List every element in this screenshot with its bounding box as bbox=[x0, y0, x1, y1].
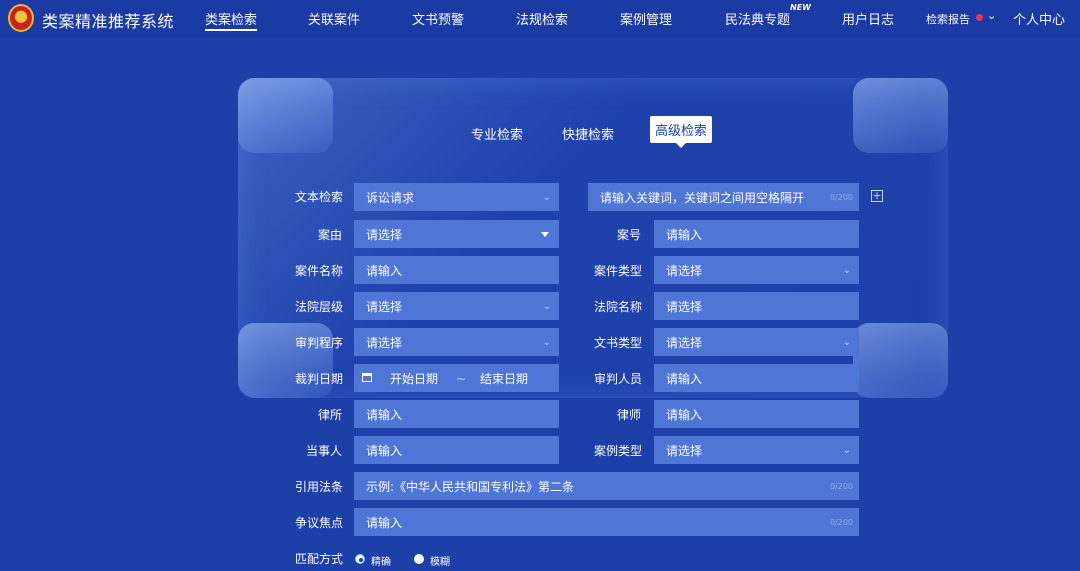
text-search-label: 文本检索 bbox=[295, 190, 344, 204]
date-separator: ~ bbox=[456, 372, 467, 386]
document-type-label: 文书类型 bbox=[594, 336, 643, 350]
nav-item-user-log[interactable]: 用户日志 bbox=[842, 9, 894, 28]
court-level-select[interactable]: 请选择 ⌄ bbox=[354, 292, 559, 320]
case-type-select[interactable]: 请选择 ⌄ bbox=[654, 256, 859, 284]
case-name-input[interactable]: 请输入 bbox=[354, 256, 559, 284]
user-center-link[interactable]: 个人中心 bbox=[1013, 9, 1065, 28]
notification-dot bbox=[976, 14, 983, 21]
match-exact-label[interactable]: 精确 bbox=[371, 553, 391, 568]
tab-professional-search[interactable]: 专业检索 bbox=[471, 124, 523, 143]
cited-law-input[interactable]: 示例:《中华人民共和国专利法》第二条 0/200 bbox=[354, 472, 859, 500]
example-type-value: 请选择 bbox=[666, 444, 703, 458]
court-emblem-icon bbox=[8, 4, 34, 32]
nav-item-civil-code-topic[interactable]: 民法典专题 bbox=[725, 9, 790, 28]
case-number-label: 案号 bbox=[617, 228, 642, 242]
caret-down-icon bbox=[541, 232, 549, 237]
court-level-label: 法院层级 bbox=[295, 300, 344, 314]
nav-item-similar-case-search[interactable]: 类案检索 bbox=[205, 9, 258, 31]
nav-item-law-search[interactable]: 法规检索 bbox=[516, 9, 568, 28]
chevron-down-icon: ⌄ bbox=[542, 192, 551, 203]
dispute-focus-value: 请输入 bbox=[366, 516, 403, 530]
keyword-char-counter: 0/200 bbox=[829, 193, 853, 202]
chevron-down-icon: ⌄ bbox=[842, 265, 851, 276]
match-fuzzy-radio[interactable] bbox=[414, 554, 424, 564]
court-name-select[interactable]: 请选择 bbox=[654, 292, 859, 320]
trial-procedure-value: 请选择 bbox=[366, 336, 403, 350]
keyword-input[interactable]: 请输入关键词，关键词之间用空格隔开 0/200 bbox=[588, 183, 859, 211]
lawyer-input[interactable]: 请输入 bbox=[654, 400, 859, 428]
decor-corner-bottom-right bbox=[853, 323, 948, 398]
example-type-select[interactable]: 请选择 ⌄ bbox=[654, 436, 859, 464]
judgment-date-range[interactable]: 开始日期 ~ 结束日期 bbox=[354, 364, 559, 392]
match-mode-label: 匹配方式 bbox=[295, 552, 344, 566]
case-name-label: 案件名称 bbox=[295, 264, 344, 278]
top-navigation-bar: 类案精准推荐系统 类案检索 关联案件 文书预警 法规检索 案例管理 民法典专题 … bbox=[0, 0, 1080, 38]
cited-law-placeholder: 示例:《中华人民共和国专利法》第二条 bbox=[366, 480, 575, 494]
lawyer-value: 请输入 bbox=[666, 408, 703, 422]
court-name-label: 法院名称 bbox=[594, 300, 643, 314]
search-mode-tabs: 专业检索 快捷检索 高级检索 bbox=[0, 116, 1080, 152]
example-type-label: 案例类型 bbox=[594, 444, 643, 458]
text-search-scope-value: 诉讼请求 bbox=[366, 191, 415, 205]
end-date-input[interactable]: 结束日期 bbox=[480, 364, 528, 394]
party-label: 当事人 bbox=[306, 444, 343, 458]
trial-procedure-select[interactable]: 请选择 ⌄ bbox=[354, 328, 559, 356]
dispute-focus-input[interactable]: 请输入 0/200 bbox=[354, 508, 859, 536]
cause-label: 案由 bbox=[318, 228, 343, 242]
case-number-input[interactable]: 请输入 bbox=[654, 220, 859, 248]
chevron-down-icon[interactable]: ⌄ bbox=[987, 9, 996, 22]
chevron-down-icon: ⌄ bbox=[842, 337, 851, 348]
chevron-down-icon: ⌄ bbox=[842, 445, 851, 456]
new-badge: NEW bbox=[790, 3, 811, 12]
nav-item-related-cases[interactable]: 关联案件 bbox=[308, 9, 360, 28]
cited-law-label: 引用法条 bbox=[295, 480, 344, 494]
cause-value: 请选择 bbox=[366, 228, 403, 242]
case-type-value: 请选择 bbox=[666, 264, 703, 278]
cause-select[interactable]: 请选择 bbox=[354, 220, 559, 248]
trial-procedure-label: 审判程序 bbox=[295, 336, 344, 350]
case-number-value: 请输入 bbox=[666, 228, 703, 242]
tab-quick-search[interactable]: 快捷检索 bbox=[562, 124, 614, 143]
law-firm-value: 请输入 bbox=[366, 408, 403, 422]
judgment-date-label: 裁判日期 bbox=[295, 372, 344, 386]
document-type-value: 请选择 bbox=[666, 336, 703, 350]
dispute-char-counter: 0/200 bbox=[829, 518, 853, 527]
match-fuzzy-label[interactable]: 模糊 bbox=[430, 553, 450, 568]
nav-item-document-warning[interactable]: 文书预警 bbox=[412, 9, 464, 28]
match-exact-radio[interactable] bbox=[355, 554, 365, 564]
text-search-scope-select[interactable]: 诉讼请求 ⌄ bbox=[354, 183, 559, 211]
court-name-value: 请选择 bbox=[666, 300, 703, 314]
search-report-link[interactable]: 检索报告 bbox=[926, 11, 970, 27]
app-title: 类案精准推荐系统 bbox=[42, 12, 175, 31]
nav-item-case-management[interactable]: 案例管理 bbox=[620, 9, 672, 28]
judge-person-value: 请输入 bbox=[666, 372, 703, 386]
cited-law-char-counter: 0/200 bbox=[829, 482, 853, 491]
case-name-value: 请输入 bbox=[366, 264, 403, 278]
tab-advanced-search[interactable]: 高级检索 bbox=[650, 116, 713, 148]
keyword-placeholder: 请输入关键词，关键词之间用空格隔开 bbox=[600, 191, 805, 205]
plus-square-icon[interactable]: + bbox=[871, 190, 883, 202]
party-value: 请输入 bbox=[366, 444, 403, 458]
law-firm-label: 律所 bbox=[318, 408, 343, 422]
dispute-focus-label: 争议焦点 bbox=[295, 516, 344, 530]
judge-person-input[interactable]: 请输入 bbox=[654, 364, 859, 392]
court-level-value: 请选择 bbox=[366, 300, 403, 314]
start-date-input[interactable]: 开始日期 bbox=[390, 364, 438, 394]
case-type-label: 案件类型 bbox=[594, 264, 643, 278]
judge-person-label: 审判人员 bbox=[594, 372, 643, 386]
lawyer-label: 律师 bbox=[617, 408, 642, 422]
party-input[interactable]: 请输入 bbox=[354, 436, 559, 464]
chevron-down-icon: ⌄ bbox=[542, 301, 551, 312]
calendar-icon bbox=[362, 373, 372, 382]
chevron-down-icon: ⌄ bbox=[542, 337, 551, 348]
document-type-select[interactable]: 请选择 ⌄ bbox=[654, 328, 859, 356]
law-firm-input[interactable]: 请输入 bbox=[354, 400, 559, 428]
